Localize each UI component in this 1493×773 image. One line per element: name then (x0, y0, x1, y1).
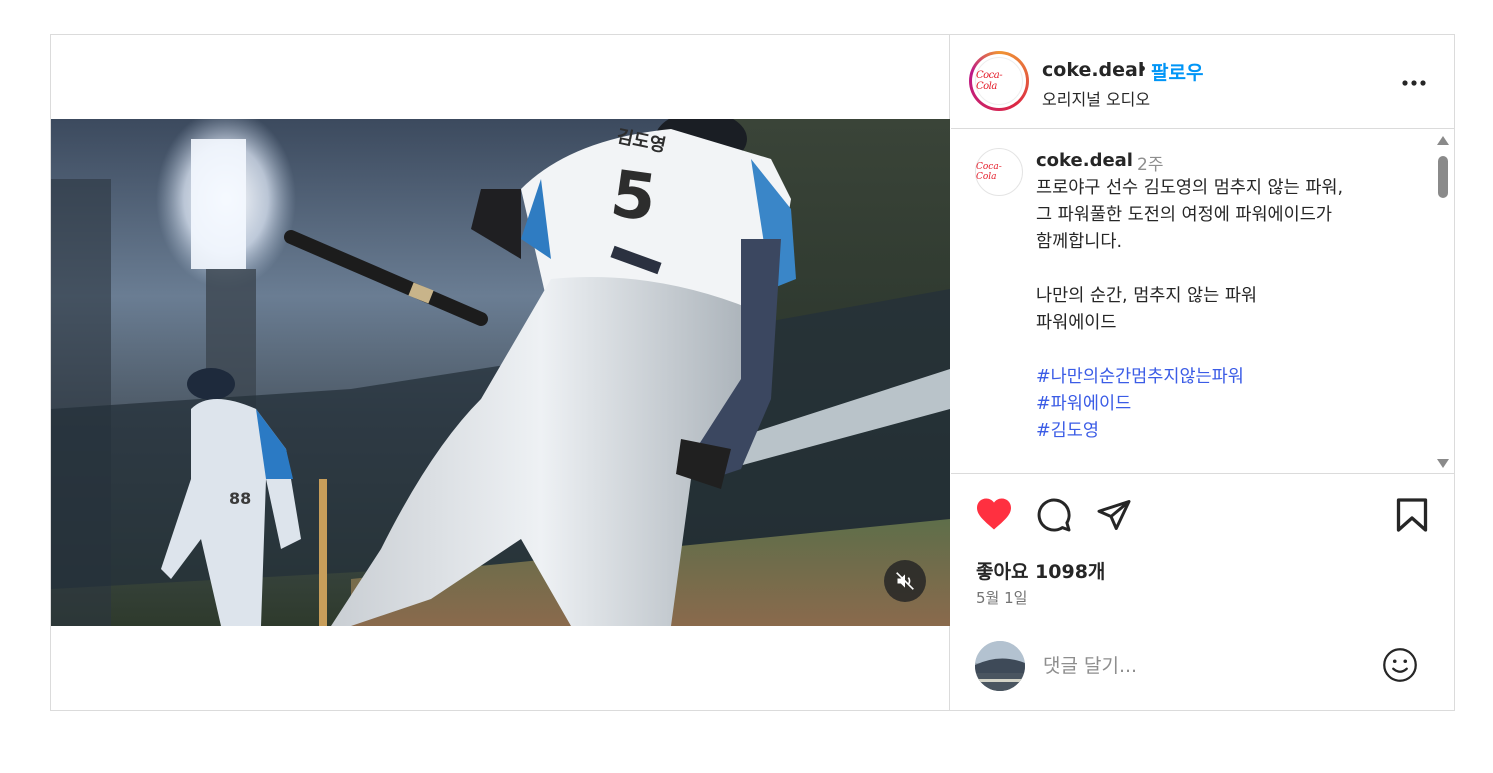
post-card: 88 5 김도영 Coca-Cola coke.deal • 팔로우 오리지널 … (50, 34, 1455, 711)
more-options-button[interactable] (1402, 67, 1426, 92)
caption-username[interactable]: coke.deal (1036, 150, 1133, 171)
like-button[interactable] (975, 497, 1013, 535)
caption-line: 그 파워풀한 도전의 여정에 파워에이드가 (1036, 205, 1332, 225)
video-frame-baseball: 88 5 김도영 (51, 119, 950, 626)
caption-section[interactable]: Coca-Cola coke.deal 2주 프로야구 선수 김도영의 멈추지 … (951, 130, 1454, 474)
caption-line: 나만의 순간, 멈추지 않는 파워 (1036, 286, 1258, 306)
comment-icon (1037, 498, 1071, 532)
caption-line: 파워에이드 (1036, 313, 1117, 333)
emoji-picker-button[interactable] (1382, 647, 1418, 687)
hashtag-link[interactable]: #파워에이드 (1036, 391, 1426, 418)
coca-cola-logo-icon: Coca-Cola (976, 162, 1002, 182)
comment-composer (951, 635, 1454, 710)
likes-count[interactable]: 좋아요 1098개 (976, 557, 1105, 584)
save-button[interactable] (1395, 497, 1429, 537)
author-username[interactable]: coke.deal (1042, 59, 1144, 81)
scroll-up-arrow-icon[interactable] (1437, 136, 1449, 145)
hashtag-link[interactable]: #나만의순간멈추지않는파워 (1036, 364, 1426, 391)
caption-line: 함께합니다. (1036, 232, 1123, 252)
follow-button[interactable]: 팔로우 (1151, 58, 1203, 85)
share-icon (1097, 500, 1131, 530)
audio-label[interactable]: 오리지널 오디오 (1042, 86, 1150, 110)
coca-cola-logo-icon: Coca-Cola (975, 57, 1023, 105)
post-video[interactable]: 88 5 김도영 (51, 119, 950, 626)
mute-toggle-button[interactable] (884, 560, 926, 602)
stadium-photo-icon (975, 641, 1025, 691)
media-column: 88 5 김도영 (51, 35, 950, 710)
author-avatar[interactable]: Coca-Cola (969, 51, 1029, 111)
heart-icon (977, 498, 1011, 530)
scroll-down-arrow-icon[interactable] (1437, 459, 1449, 468)
caption-text: 프로야구 선수 김도영의 멈추지 않는 파워, 그 파워풀한 도전의 여정에 파… (1036, 175, 1426, 445)
post-date[interactable]: 5월 1일 (976, 587, 1027, 608)
post-actions: 좋아요 1098개 5월 1일 (951, 475, 1454, 635)
caption-line: 프로야구 선수 김도영의 멈추지 않는 파워, (1036, 178, 1344, 198)
caption-avatar[interactable]: Coca-Cola (975, 148, 1023, 196)
scrollbar-thumb[interactable] (1438, 156, 1448, 198)
more-dots-icon (1402, 80, 1426, 86)
comment-button[interactable] (1036, 497, 1072, 537)
separator-dot: • (1137, 59, 1148, 80)
smiley-icon (1383, 648, 1417, 682)
share-button[interactable] (1096, 497, 1132, 537)
svg-text:88: 88 (229, 489, 251, 508)
post-side-panel: Coca-Cola coke.deal • 팔로우 오리지널 오디오 Coca-… (951, 35, 1454, 710)
current-user-avatar[interactable] (975, 641, 1025, 691)
caption-timestamp[interactable]: 2주 (1137, 150, 1163, 175)
caption-scrollbar[interactable] (1436, 130, 1450, 473)
muted-speaker-icon (896, 572, 914, 590)
post-header: Coca-Cola coke.deal • 팔로우 오리지널 오디오 (951, 35, 1454, 129)
hashtag-link[interactable]: #김도영 (1036, 418, 1426, 445)
bookmark-icon (1396, 498, 1428, 532)
comment-input[interactable] (1043, 651, 1363, 681)
